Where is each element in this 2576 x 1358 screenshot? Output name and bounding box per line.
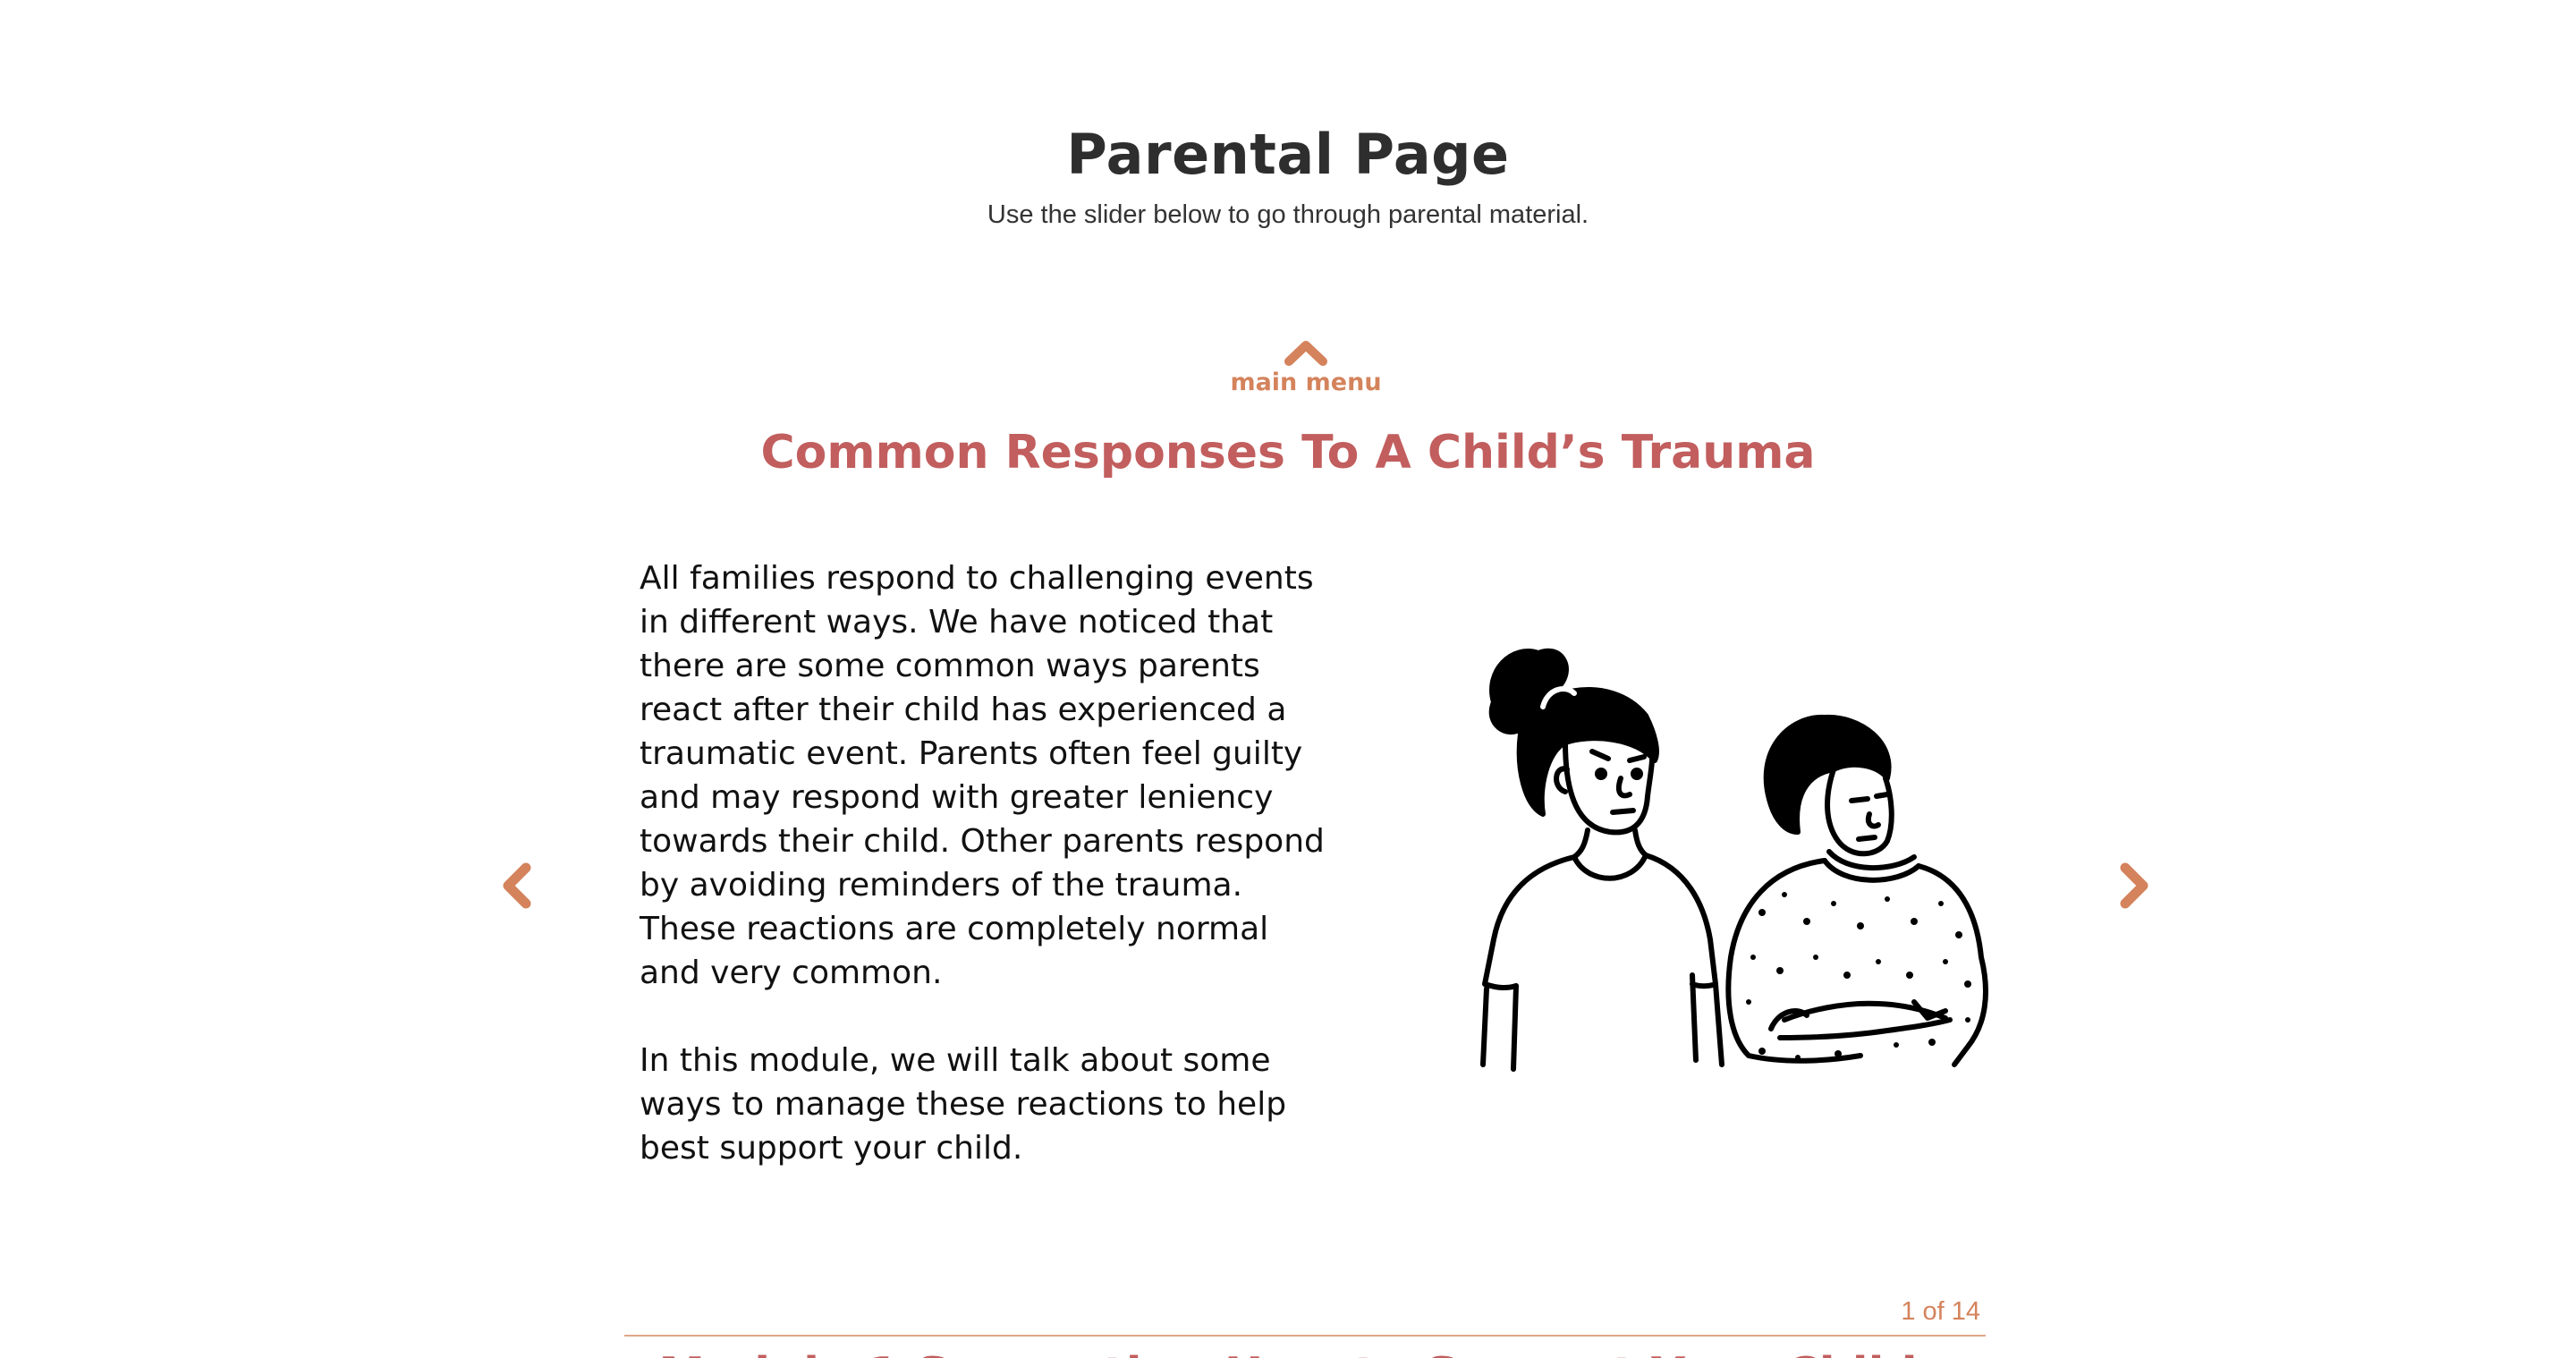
slide-paragraph: In this module, we will talk about some … [640, 1042, 1287, 1167]
main-menu-button[interactable]: main menu [1199, 338, 1413, 397]
girl-figure [1480, 648, 1724, 1072]
chevron-left-icon [503, 862, 531, 909]
previous-slide-button[interactable] [497, 861, 537, 911]
slide-body: All families respond to challenging even… [640, 556, 1337, 1214]
woman-figure [1725, 714, 1988, 1067]
chevron-up-icon [1284, 341, 1327, 366]
slide-title: Common Responses To A Child’s Trauma [760, 426, 1816, 480]
main-menu-label: main menu [1230, 369, 1382, 396]
section-divider [624, 1335, 1986, 1337]
two-people-illustration [1480, 648, 1988, 1072]
slide-counter: 1 of 14 [1901, 1297, 1980, 1326]
next-section-title-text: Module 1 Supporting How to Support Your … [0, 1347, 2576, 1358]
next-slide-button[interactable] [2114, 861, 2154, 911]
page-subtitle: Use the slider below to go through paren… [987, 200, 1589, 229]
slide-paragraph: All families respond to challenging even… [640, 560, 1325, 991]
chevron-right-icon [2120, 862, 2148, 909]
page-title: Parental Page [1066, 122, 1510, 187]
next-section-title: Module 1 Supporting How to Support Your … [0, 1347, 2576, 1358]
